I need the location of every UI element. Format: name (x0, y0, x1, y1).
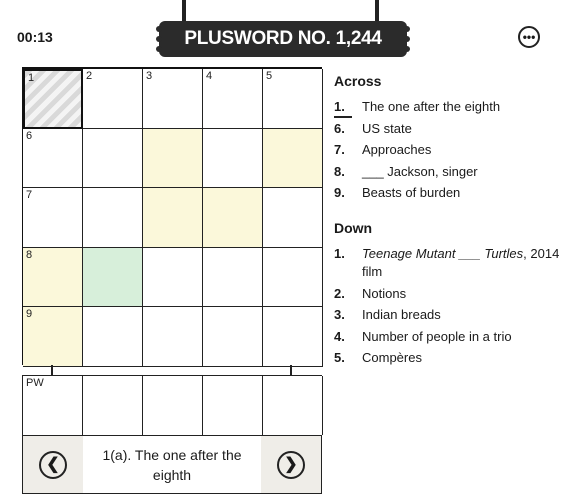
clue-number: 1. (334, 98, 362, 118)
across-clue-9[interactable]: 9. Beasts of burden (334, 184, 568, 202)
grid-cell[interactable]: 2 (83, 69, 143, 129)
cell-number: 9 (26, 308, 33, 321)
grid-cell[interactable] (143, 188, 203, 248)
across-clue-8[interactable]: 8. ___ Jackson, singer (334, 163, 568, 181)
across-heading: Across (334, 73, 382, 89)
grid-cell[interactable]: 3 (143, 69, 203, 129)
sign-hanger-right (375, 0, 379, 22)
grid-cell[interactable] (263, 128, 323, 189)
clue-number: 8. (334, 163, 345, 179)
plusword-connector-right (290, 365, 292, 375)
clue-number: 7. (334, 142, 345, 157)
grid-cell[interactable] (143, 307, 203, 367)
clue-text: Approaches (362, 142, 432, 157)
clue-text-italic: Teenage Mutant ___ Turtles (362, 246, 524, 261)
cell-number: 7 (26, 189, 33, 202)
down-heading: Down (334, 220, 373, 236)
clue-text: The one after the eighth (362, 99, 501, 114)
chevron-right-icon: ❯ (284, 455, 298, 473)
plusword-label: PW (26, 377, 44, 389)
sign-ornament-right (404, 26, 410, 52)
grid-cell[interactable] (263, 247, 323, 308)
grid-cell[interactable] (203, 188, 263, 248)
plusword-cell[interactable] (263, 376, 323, 435)
next-clue-area: ❯ (261, 436, 321, 493)
menu-button[interactable]: ••• (518, 26, 540, 48)
clue-number: 2. (334, 285, 345, 301)
ellipsis-icon: ••• (522, 30, 536, 44)
grid-cell[interactable] (143, 128, 203, 189)
prev-clue-area: ❮ (23, 436, 83, 493)
cell-number: 2 (86, 70, 93, 82)
grid-cell[interactable] (203, 247, 263, 308)
current-clue-text: 1(a). The one after the eighth (102, 446, 242, 483)
plusword-cell[interactable] (143, 376, 203, 435)
cell-number: 3 (146, 70, 153, 82)
clue-number: 6. (334, 120, 345, 136)
grid-cell[interactable]: 5 (263, 69, 323, 129)
cell-number: 6 (26, 129, 33, 142)
chevron-left-icon: ❮ (46, 455, 60, 473)
grid-cell[interactable]: 4 (203, 69, 263, 129)
sign-ornament-left (156, 26, 162, 52)
prev-clue-button[interactable]: ❮ (39, 450, 67, 479)
plusword-row: PW (22, 375, 323, 435)
grid-cell[interactable] (83, 188, 143, 248)
across-clue-6[interactable]: 6. US state (334, 120, 568, 138)
clue-number: 4. (334, 328, 345, 344)
across-clue-7[interactable]: 7. Approaches (334, 141, 568, 159)
plusword-cell[interactable] (83, 376, 143, 435)
clue-text: Compères (362, 350, 422, 365)
clue-number: 1. (334, 246, 345, 261)
down-clue-3[interactable]: 3. Indian breads (334, 306, 568, 324)
grid-cell[interactable] (83, 307, 143, 367)
cell-number: 8 (26, 248, 33, 261)
grid-cell[interactable]: 7 (23, 188, 83, 248)
grid-cell[interactable] (83, 128, 143, 189)
cell-number: 5 (266, 70, 273, 82)
title-sign: PLUSWORD NO. 1,244 (159, 21, 407, 57)
crossword-grid: 1 2 3 4 5 6 7 8 9 (22, 67, 323, 367)
across-clue-1[interactable]: 1. The one after the eighth (334, 98, 568, 118)
clue-number: 5. (334, 350, 345, 365)
grid-cell[interactable] (143, 247, 203, 308)
plusword-connector-left (51, 365, 53, 375)
grid-cell[interactable] (203, 128, 263, 189)
next-clue-button[interactable]: ❯ (277, 450, 305, 479)
grid-cell[interactable]: 8 (23, 247, 83, 308)
down-clue-4[interactable]: 4. Number of people in a trio (334, 328, 568, 346)
grid-cell[interactable] (263, 307, 323, 367)
clue-text: Beasts of burden (362, 185, 461, 200)
down-clue-2[interactable]: 2. Notions (334, 285, 568, 303)
clue-text: Notions (362, 285, 407, 301)
grid-cell[interactable] (263, 188, 323, 248)
clue-text: Number of people in a trio (362, 328, 512, 344)
plusword-cell[interactable]: PW (23, 376, 83, 435)
current-clue-bar: ❮ 1(a). The one after the eighth ❯ (22, 435, 322, 494)
clue-text: ___ Jackson, singer (362, 163, 478, 179)
puzzle-title: PLUSWORD NO. 1,244 (184, 28, 382, 49)
clue-number: 3. (334, 307, 345, 322)
clue-text: Indian breads (362, 307, 441, 322)
clue-text: Teenage Mutant ___ Turtles, 2014 film (362, 245, 568, 281)
clue-number: 9. (334, 185, 345, 200)
down-clue-5[interactable]: 5. Compères (334, 349, 568, 367)
timer: 00:13 (17, 29, 53, 45)
clue-text: US state (362, 120, 412, 136)
grid-cell[interactable]: 9 (23, 307, 83, 367)
sign-hanger-left (182, 0, 186, 22)
cell-number: 1 (28, 72, 35, 84)
plusword-cell[interactable] (203, 376, 263, 435)
grid-cell[interactable]: 1 (23, 69, 83, 129)
grid-cell[interactable] (83, 247, 143, 308)
down-clue-1[interactable]: 1. Teenage Mutant ___ Turtles, 2014 film (334, 245, 568, 281)
cell-number: 4 (206, 70, 213, 82)
grid-cell[interactable] (203, 307, 263, 367)
grid-cell[interactable]: 6 (23, 128, 83, 189)
clues-panel: Across 1. The one after the eighth 6. US s… (334, 73, 568, 371)
